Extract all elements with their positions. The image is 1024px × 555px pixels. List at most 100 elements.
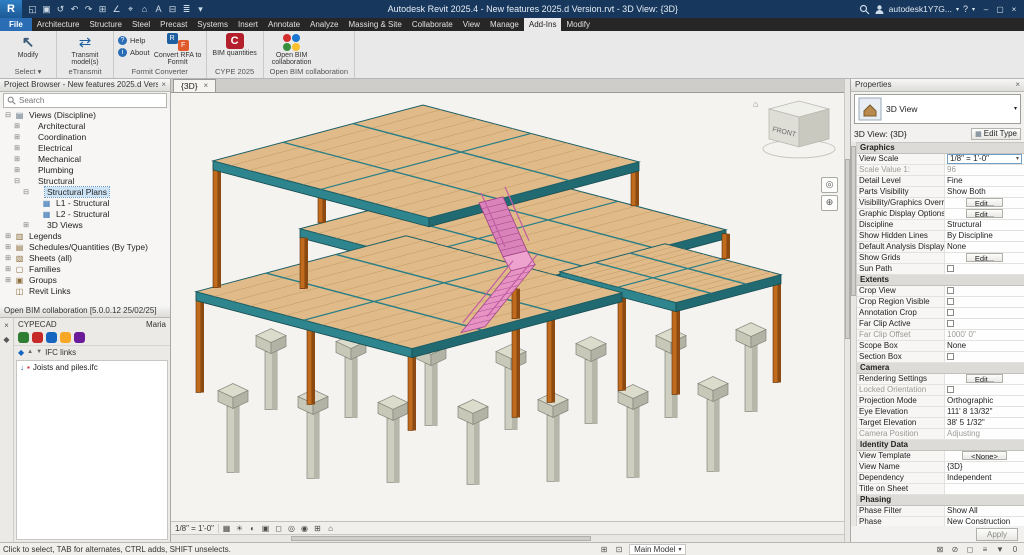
ribbon-tab-insert[interactable]: Insert: [233, 18, 263, 31]
sort-down-icon[interactable]: ▼: [36, 349, 42, 355]
viewcube[interactable]: FRONT⌂: [753, 99, 835, 158]
help-button[interactable]: ?: [963, 4, 968, 14]
ribbon-panel-caption-formit-converter[interactable]: Formit Converter: [114, 67, 206, 78]
tree-item-revit-links[interactable]: ◫Revit Links: [0, 286, 170, 297]
expand-plus-icon[interactable]: ⊞: [22, 221, 30, 229]
tree-item-architectural[interactable]: ⊞Architectural: [0, 121, 170, 132]
show-crop-region-icon[interactable]: ◻: [272, 523, 285, 534]
property-value-far-clip-offset[interactable]: 1000' 0": [945, 330, 1024, 340]
type-selector[interactable]: 3D View ▾: [854, 94, 1021, 124]
expand-plus-icon[interactable]: ⊞: [4, 265, 12, 273]
edit-button[interactable]: Edit...: [966, 209, 1003, 218]
edit-button[interactable]: Edit...: [966, 374, 1003, 383]
ribbon-tab-collaborate[interactable]: Collaborate: [407, 18, 458, 31]
property-value-default-analysis-display-s[interactable]: None: [945, 242, 1024, 252]
property-group-graphics[interactable]: Graphics: [857, 143, 1024, 154]
close-panel-icon[interactable]: ×: [4, 321, 9, 330]
view-tab-3d[interactable]: {3D} ×: [173, 79, 216, 92]
property-group-identity-data[interactable]: Identity Data: [857, 440, 1024, 451]
expand-plus-icon[interactable]: ⊞: [4, 232, 12, 240]
property-value-show-hidden-lines[interactable]: By Discipline: [945, 231, 1024, 241]
ribbon-panel-caption-cype-2025[interactable]: CYPE 2025: [207, 67, 263, 78]
tree-item-l1-structural[interactable]: ▦L1 - Structural: [0, 198, 170, 209]
active-workset-select[interactable]: Main Model ▾: [629, 544, 686, 555]
property-value-parts-visibility[interactable]: Show Both: [945, 187, 1024, 197]
tree-item-families[interactable]: ⊞▢Families: [0, 264, 170, 275]
zoom-icon[interactable]: ⊕: [821, 195, 838, 211]
shadows-icon[interactable]: ◐: [246, 523, 259, 534]
cypecad-app-icon[interactable]: [18, 332, 29, 343]
close-icon[interactable]: ×: [158, 80, 166, 89]
properties-scrollbar[interactable]: [851, 142, 857, 526]
press-drag-icon[interactable]: ◻: [964, 545, 976, 554]
undo-icon[interactable]: ↶: [68, 2, 81, 16]
update-app-icon[interactable]: [74, 332, 85, 343]
ribbon-button-convert-rfa-to-formit[interactable]: RFConvert RFA to FormIt: [154, 33, 202, 67]
ribbon-tab-file[interactable]: File: [0, 18, 32, 31]
help-caret-icon[interactable]: ▾: [972, 6, 975, 13]
scale-control[interactable]: 1/8" = 1'-0": [173, 524, 219, 533]
sun-path-icon[interactable]: ☀: [233, 523, 246, 534]
tree-item-groups[interactable]: ⊞▣Groups: [0, 275, 170, 286]
expand-plus-icon[interactable]: ⊞: [4, 276, 12, 284]
property-value-camera-position[interactable]: Adjusting: [945, 429, 1024, 439]
tree-item-coordination[interactable]: ⊞Coordination: [0, 132, 170, 143]
ribbon-button-modify[interactable]: ↖Modify: [4, 33, 52, 59]
expand-minus-icon[interactable]: ⊟: [4, 111, 12, 119]
tree-item-electrical[interactable]: ⊞Electrical: [0, 143, 170, 154]
strubim-app-icon[interactable]: [32, 332, 43, 343]
temporary-hide-isolate-icon[interactable]: ◎: [285, 523, 298, 534]
checkbox[interactable]: [947, 287, 954, 294]
revit-app-button[interactable]: R: [0, 0, 22, 18]
ribbon-tab-modify[interactable]: Modify: [561, 18, 595, 31]
maximize-button[interactable]: ▢: [993, 2, 1007, 16]
expand-plus-icon[interactable]: ⊞: [13, 122, 21, 130]
expand-minus-icon[interactable]: ⊟: [13, 177, 21, 185]
property-value-scale-value-1[interactable]: 96: [945, 165, 1024, 175]
checkbox[interactable]: [947, 309, 954, 316]
expand-plus-icon[interactable]: ⊞: [13, 166, 21, 174]
ribbon-tab-architecture[interactable]: Architecture: [32, 18, 85, 31]
ribbon-panel-caption-open-bim-collaboration[interactable]: Open BIM collaboration: [264, 67, 354, 78]
property-value-projection-mode[interactable]: Orthographic: [945, 396, 1024, 406]
minimize-button[interactable]: –: [979, 2, 993, 16]
tree-item-schedules-quantities-by-type[interactable]: ⊞▤Schedules/Quantities (By Type): [0, 242, 170, 253]
close-button[interactable]: ×: [1007, 2, 1021, 16]
tree-item-structural[interactable]: ⊟Structural: [0, 176, 170, 187]
thin-lines-icon[interactable]: ≣: [180, 2, 193, 16]
ribbon-tab-add-ins[interactable]: Add-Ins: [524, 18, 562, 31]
property-group-phasing[interactable]: Phasing: [857, 495, 1024, 506]
ribbon-panel-caption-etransmit[interactable]: eTransmit: [57, 67, 113, 78]
sort-up-icon[interactable]: ▲: [27, 349, 33, 355]
edit-button[interactable]: Edit...: [966, 198, 1003, 207]
checkbox[interactable]: [947, 386, 954, 393]
selection-count[interactable]: 0: [1009, 545, 1021, 554]
ribbon-tab-analyze[interactable]: Analyze: [305, 18, 343, 31]
horizontal-scrollbar[interactable]: [171, 534, 844, 542]
share-app-icon[interactable]: [60, 332, 71, 343]
print-icon[interactable]: ⊞: [96, 2, 109, 16]
checkbox[interactable]: [947, 353, 954, 360]
property-value-discipline[interactable]: Structural: [945, 220, 1024, 230]
section-icon[interactable]: ⊟: [166, 2, 179, 16]
scroll-thumb[interactable]: [291, 536, 591, 541]
tree-item-structural-plans[interactable]: ⊟Structural Plans: [0, 187, 170, 198]
ribbon-button-bim-quantities[interactable]: CBIM quantities: [211, 33, 259, 57]
edit-button[interactable]: Edit...: [966, 253, 1003, 262]
sync-with-central-icon[interactable]: ↺: [54, 2, 67, 16]
expand-plus-icon[interactable]: ⊞: [13, 144, 21, 152]
property-value-dependency[interactable]: Independent: [945, 473, 1024, 483]
open-icon[interactable]: ◱: [26, 2, 39, 16]
search-icon[interactable]: [859, 4, 870, 15]
search-input[interactable]: [19, 96, 163, 105]
property-value-scope-box[interactable]: None: [945, 341, 1024, 351]
ribbon-tab-massing-site[interactable]: Massing & Site: [343, 18, 406, 31]
property-value-target-elevation[interactable]: 38' 5 1/32": [945, 418, 1024, 428]
ifc-file-item[interactable]: ↓▪Joists and piles.ifc: [17, 361, 167, 374]
steering-wheel-icon[interactable]: ◎: [821, 177, 838, 193]
crop-view-icon[interactable]: ▣: [259, 523, 272, 534]
property-value-eye-elevation[interactable]: 111' 8 13/32": [945, 407, 1024, 417]
aligned-dimension-icon[interactable]: ⌖: [124, 2, 137, 16]
save-icon[interactable]: ▣: [40, 2, 53, 16]
viewcube-home-icon[interactable]: ⌂: [753, 99, 758, 109]
